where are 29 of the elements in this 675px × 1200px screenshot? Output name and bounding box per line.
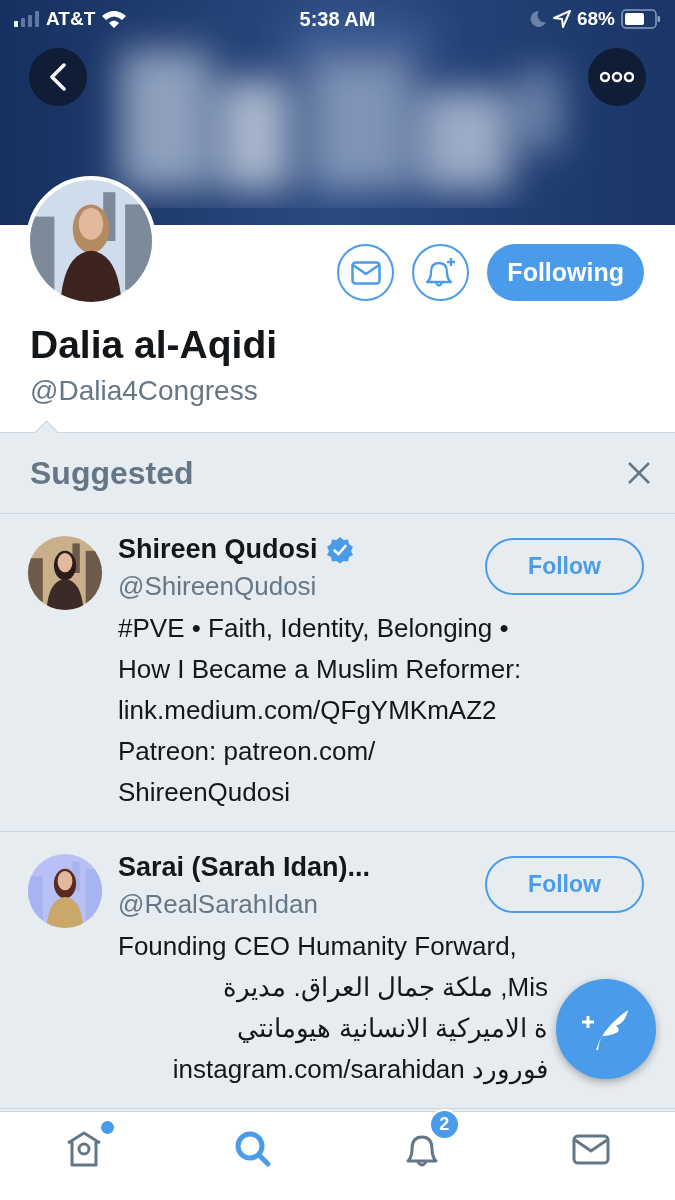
follow-button[interactable]: Follow [485,856,644,913]
bio-line: #PVE • Faith, Identity, Belonging • [118,613,509,643]
account-handle: @RealSarahIdan [118,889,319,920]
following-button[interactable]: Following [487,244,644,301]
notification-count: 2 [428,1109,460,1140]
profile-name: Dalia al-Aqidi [30,323,278,367]
unread-dot [101,1121,115,1134]
verified-badge-icon [325,535,354,564]
account-handle: @ShireenQudosi [118,571,318,602]
bio-line: Patreon: patreon.com/ [118,736,376,766]
bio-line: How I Became a Muslim Reformer: [118,654,522,684]
bio-line: ShireenQudosi [118,777,290,807]
tab-bar-item[interactable]: 2 [337,1112,507,1200]
account-name: Sarai (Sarah Idan)... [118,852,371,883]
close-button[interactable] [627,461,651,485]
profile-handle: @Dalia4Congress [30,375,258,407]
bio-line: link.medium.com/QFgYMKmAZ2 [118,695,497,725]
bio-line: Mis, ملكة جمال العراق. مديرة [223,972,548,1002]
bio-line: Founding CEO Humanity Forward, [118,931,517,961]
account-name: Shireen Qudosi [118,534,318,565]
close-icon [627,461,651,485]
bio-line: فورورد instagram.com/sarahidan [172,1054,548,1084]
compose-button[interactable] [556,979,656,1079]
notify-button[interactable] [412,244,470,301]
follow-button[interactable]: Follow [485,538,644,595]
message-button[interactable] [337,244,395,301]
envelope-icon [350,260,381,285]
bio-line: ة الاميركية الانسانية هيومانتي [237,1013,548,1043]
section-title: Suggested [30,454,194,492]
